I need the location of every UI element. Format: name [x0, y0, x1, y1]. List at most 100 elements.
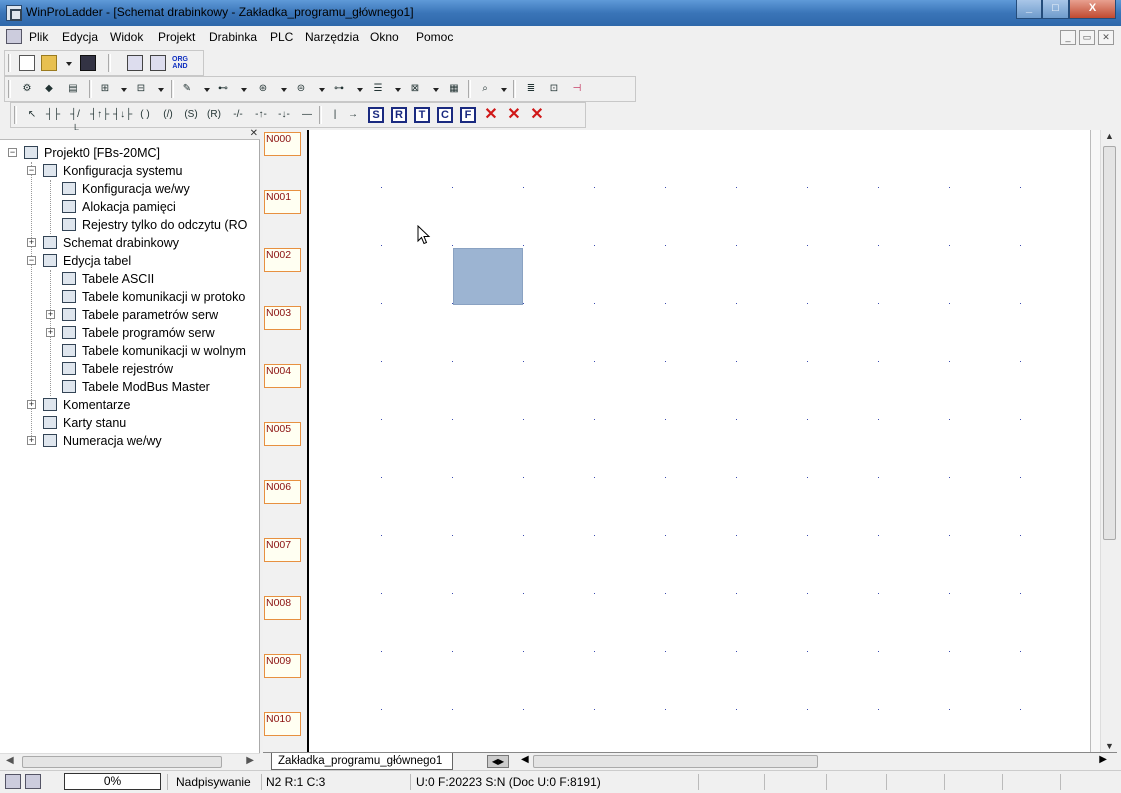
scrollbar-thumb[interactable] — [533, 755, 818, 768]
tree-item-schemat-drabinkowy[interactable]: + Schemat drabinkowy — [0, 234, 260, 252]
network-label[interactable]: N009 — [264, 654, 301, 678]
table-edit-icon[interactable]: ⊟ — [133, 81, 149, 97]
collapse-icon[interactable]: − — [27, 256, 36, 265]
contact-b-icon[interactable]: ┤/├ — [67, 107, 83, 136]
pointer-icon[interactable]: ↖ — [24, 107, 40, 123]
io-config-icon[interactable]: ⚙ — [19, 81, 35, 97]
expand-icon[interactable]: + — [27, 400, 36, 409]
expand-icon[interactable]: + — [27, 238, 36, 247]
toolbar-grip[interactable] — [8, 80, 11, 98]
menu-edycja[interactable]: Edycja — [62, 30, 98, 44]
chevron-down-icon[interactable] — [121, 88, 127, 92]
save-icon[interactable] — [80, 55, 96, 71]
tree-item-tabele-parametrow-serw[interactable]: + Tabele parametrów serw — [0, 306, 260, 324]
expand-icon[interactable]: + — [46, 310, 55, 319]
free-port-icon[interactable]: ⊶ — [331, 81, 347, 97]
tree-item-tabele-programow-serw[interactable]: + Tabele programów serw — [0, 324, 260, 342]
set-coil-icon[interactable]: (S) — [183, 107, 199, 123]
minimize-button[interactable]: _ — [1016, 0, 1042, 19]
tree-horizontal-scrollbar[interactable]: ◀ ▶ — [0, 753, 260, 770]
coil-reference-icon[interactable]: ⊣ — [569, 81, 585, 97]
chevron-down-icon[interactable] — [433, 88, 439, 92]
tree-item-tabele-komunikacji-wolny[interactable]: Tabele komunikacji w wolnym — [0, 342, 258, 360]
new-file-icon[interactable] — [19, 55, 35, 71]
toolbar-grip[interactable] — [14, 106, 17, 124]
chevron-down-icon[interactable] — [319, 88, 325, 92]
contact-up-icon[interactable]: ┤↑├ — [90, 107, 109, 123]
tree-root[interactable]: − Projekt0 [FBs-20MC] — [0, 144, 260, 162]
tree-item-alokacja-pamieci[interactable]: Alokacja pamięci — [0, 198, 260, 216]
chevron-down-icon[interactable] — [281, 88, 287, 92]
servo-program-icon[interactable]: ⊜ — [293, 81, 309, 97]
mdi-close-button[interactable]: ✕ — [1098, 30, 1114, 45]
contact-down-icon[interactable]: ┤↓├ — [113, 107, 132, 123]
tree-item-numeracja-we-wy[interactable]: + Numeracja we/wy — [0, 432, 260, 450]
ladder-grid[interactable] — [310, 130, 1090, 752]
tree-item-konfiguracja-systemu[interactable]: − Konfiguracja systemu — [0, 162, 260, 180]
tab-navigation-icon[interactable]: ◀▶ — [487, 755, 509, 768]
protocol-table-icon[interactable]: ⊷ — [215, 81, 231, 97]
tab-main-program[interactable]: Zakładka_programu_głównego1 — [271, 753, 454, 770]
delete-icon[interactable]: ✕ — [483, 107, 499, 123]
menu-plik[interactable]: Plik — [29, 30, 48, 44]
tree-item-komentarze[interactable]: + Komentarze — [0, 396, 260, 414]
collapse-icon[interactable]: − — [8, 148, 17, 157]
inverter-icon[interactable]: -/- — [230, 107, 246, 123]
scroll-left-icon[interactable]: ◀ — [521, 754, 529, 765]
close-button[interactable]: X — [1069, 0, 1116, 19]
readonly-registers-icon[interactable]: ▤ — [65, 81, 81, 97]
editor-horizontal-scrollbar[interactable]: ◀ ▶ — [517, 754, 1107, 770]
network-label[interactable]: N010 — [264, 712, 301, 736]
tree-item-modbus-master[interactable]: Tabele ModBus Master — [0, 378, 260, 396]
cross-reference-icon[interactable]: ⊡ — [546, 81, 562, 97]
maximize-button[interactable]: □ — [1042, 0, 1069, 19]
close-icon[interactable]: ✕ — [250, 128, 258, 139]
network-label[interactable]: N002 — [264, 248, 301, 272]
tree-item-edycja-tabel[interactable]: − Edycja tabel — [0, 252, 260, 270]
delete-row-icon[interactable]: ✕ — [529, 107, 545, 123]
menu-okno[interactable]: Okno — [370, 30, 399, 44]
document-icon[interactable] — [6, 29, 22, 44]
expand-icon[interactable]: + — [27, 436, 36, 445]
scroll-left-icon[interactable]: ◀ — [6, 755, 14, 766]
network-label[interactable]: N007 — [264, 538, 301, 562]
timer-icon[interactable]: T — [414, 107, 430, 123]
scroll-right-icon[interactable]: ▶ — [1099, 754, 1107, 765]
menu-narzedzia[interactable]: Narzędzia — [305, 30, 359, 44]
toolbar-grip[interactable] — [8, 54, 11, 72]
inverse-coil-icon[interactable]: (/) — [160, 107, 176, 123]
reset-coil-icon[interactable]: (R) — [206, 107, 222, 123]
memory-icon[interactable]: ◆ — [41, 81, 57, 97]
counter-icon[interactable]: C — [437, 107, 453, 123]
chevron-down-icon[interactable] — [204, 88, 210, 92]
menu-widok[interactable]: Widok — [110, 30, 143, 44]
register-table-icon[interactable]: ☰ — [370, 81, 386, 97]
ascii-table-icon[interactable]: ✎ — [179, 81, 195, 97]
menu-drabinka[interactable]: Drabinka — [209, 30, 257, 44]
collapse-icon[interactable]: − — [27, 166, 36, 175]
ladder-view-icon[interactable] — [127, 55, 143, 71]
vertical-line-icon[interactable]: | — [327, 107, 343, 123]
ladder-diagram-icon[interactable]: ⊞ — [97, 81, 113, 97]
org-and-icon[interactable]: ORG AND — [172, 56, 188, 72]
chevron-down-icon[interactable] — [395, 88, 401, 92]
scroll-up-icon[interactable]: ▲ — [1105, 131, 1114, 141]
set-function-icon[interactable]: S — [368, 107, 384, 123]
network-label[interactable]: N005 — [264, 422, 301, 446]
tree-item-tabele-komunikacji-protokol[interactable]: Tabele komunikacji w protoko — [0, 288, 258, 306]
modbus-master-icon[interactable]: ⊠ — [407, 81, 423, 97]
app-icon[interactable] — [6, 5, 22, 21]
scrollbar-thumb[interactable] — [22, 756, 222, 768]
rising-pulse-icon[interactable]: -↑- — [253, 107, 269, 123]
chevron-down-icon[interactable] — [501, 88, 507, 92]
scroll-right-icon[interactable]: ▶ — [246, 755, 254, 766]
chevron-down-icon[interactable] — [357, 88, 363, 92]
output-coil-icon[interactable]: ( ) — [137, 107, 153, 123]
menu-pomoc[interactable]: Pomoc — [416, 30, 453, 44]
editor-vertical-scrollbar[interactable]: ▲ ▼ — [1100, 130, 1117, 752]
menu-projekt[interactable]: Projekt — [158, 30, 195, 44]
network-label[interactable]: N008 — [264, 596, 301, 620]
arrow-right-icon[interactable]: → — [345, 107, 361, 123]
mdi-restore-button[interactable]: ▭ — [1079, 30, 1095, 45]
io-numbering-icon[interactable]: ≣ — [523, 81, 539, 97]
